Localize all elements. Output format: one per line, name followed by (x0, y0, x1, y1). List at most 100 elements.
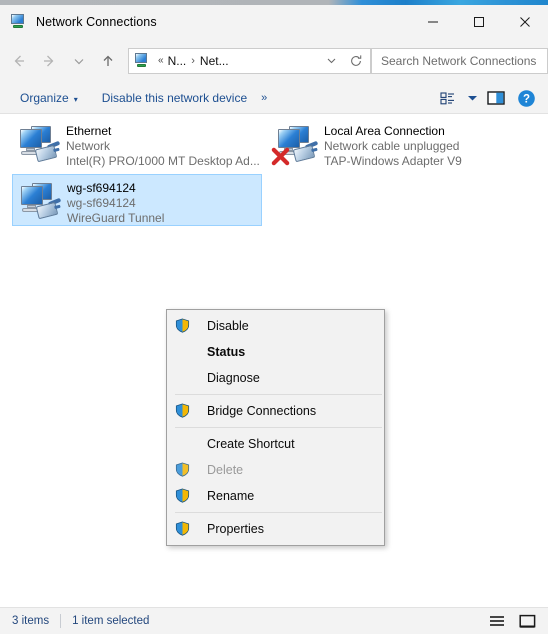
organize-button[interactable]: Organize ▾ (14, 86, 84, 110)
uac-shield-icon (175, 462, 191, 478)
menu-separator (175, 512, 382, 513)
view-options-button[interactable] (434, 86, 462, 110)
breadcrumb-overflow[interactable]: « (158, 55, 164, 66)
maximize-button[interactable] (456, 5, 502, 38)
menu-icon-placeholder (175, 344, 191, 360)
menu-separator (175, 427, 382, 428)
connection-name: Local Area Connection (324, 124, 445, 138)
uac-shield-icon (175, 318, 191, 334)
uac-shield-icon (175, 403, 191, 419)
connection-adapter: TAP-Windows Adapter V9 (324, 154, 462, 168)
refresh-button[interactable] (342, 49, 370, 73)
large-icons-view-button[interactable] (516, 611, 538, 631)
menu-item-label: Create Shortcut (207, 437, 295, 451)
item-count-label: 3 items (12, 615, 50, 627)
network-adapter-icon (272, 122, 319, 166)
recent-locations-button[interactable] (64, 46, 94, 76)
menu-item-label: Rename (207, 489, 255, 503)
maximize-icon (474, 16, 484, 27)
menu-item-delete: Delete (167, 457, 384, 483)
forward-arrow-icon (44, 55, 54, 66)
details-view-button[interactable] (486, 611, 508, 631)
details-view-icon (490, 616, 504, 626)
address-network-icon (134, 53, 150, 69)
window-title: Network Connections (36, 14, 157, 29)
connection-status: wg-sf694124 (67, 196, 136, 210)
forward-button[interactable] (34, 46, 64, 76)
up-arrow-icon (103, 55, 113, 66)
chevron-down-icon (327, 58, 335, 64)
connection-status: Network cable unplugged (324, 139, 460, 153)
menu-icon-placeholder (175, 436, 191, 452)
menu-item-label: Delete (207, 463, 244, 477)
chevron-down-icon (467, 96, 477, 101)
close-button[interactable] (502, 5, 548, 38)
uac-shield-icon (175, 488, 191, 504)
command-toolbar: Organize ▾ Disable this network device » (0, 83, 548, 114)
connection-status: Network (66, 139, 111, 153)
menu-item-disable[interactable]: Disable (167, 313, 384, 339)
view-options-dropdown[interactable] (464, 86, 480, 110)
up-button[interactable] (94, 46, 122, 76)
minimize-icon (428, 21, 438, 22)
breadcrumb[interactable]: « N... › Net... (155, 54, 320, 68)
refresh-icon (351, 54, 362, 66)
menu-item-create-shortcut[interactable]: Create Shortcut (167, 431, 384, 457)
network-connections-window: Network Connections « N... › Net... Sear… (0, 0, 548, 634)
connection-name: Ethernet (66, 124, 112, 138)
menu-item-label: Diagnose (207, 371, 260, 385)
chevron-down-icon: ▾ (73, 94, 78, 104)
list-item-text: Local Area Connection Network cable unpl… (324, 122, 462, 169)
menu-separator (175, 394, 382, 395)
menu-item-label: Status (207, 345, 246, 359)
address-dropdown-button[interactable] (320, 49, 342, 73)
toolbar-overflow-button[interactable]: » (253, 92, 275, 104)
breadcrumb-item-2[interactable]: Net... (200, 54, 229, 68)
connection-adapter: Intel(R) PRO/1000 MT Desktop Ad... (66, 154, 260, 168)
organize-label: Organize (20, 91, 69, 105)
context-menu[interactable]: Disable Status Diagnose Bridge Connectio… (166, 309, 385, 546)
svg-text:?: ? (522, 93, 529, 105)
help-icon: ? (517, 89, 535, 107)
network-adapter-icon (17, 179, 62, 223)
disable-network-device-button[interactable]: Disable this network device (96, 86, 253, 110)
menu-icon-placeholder (175, 370, 191, 386)
list-item[interactable]: Ethernet Network Intel(R) PRO/1000 MT De… (12, 118, 262, 170)
network-adapter-icon (16, 122, 61, 166)
large-icons-view-icon (518, 614, 535, 628)
close-icon (520, 16, 530, 27)
menu-item-label: Disable (207, 319, 249, 333)
menu-item-rename[interactable]: Rename (167, 483, 384, 509)
list-item[interactable]: Local Area Connection Network cable unpl… (270, 118, 542, 170)
list-item-text: wg-sf694124 wg-sf694124 WireGuard Tunnel (67, 179, 164, 226)
navigation-bar: « N... › Net... (0, 38, 548, 83)
status-bar: 3 items 1 item selected (0, 607, 548, 634)
menu-item-label: Bridge Connections (207, 404, 317, 418)
menu-item-label: Properties (207, 522, 264, 536)
preview-pane-icon (486, 91, 505, 105)
help-button[interactable]: ? (512, 86, 540, 110)
chevron-down-icon (74, 58, 84, 64)
connections-list[interactable]: Ethernet Network Intel(R) PRO/1000 MT De… (0, 114, 548, 607)
view-toggle-group (486, 611, 538, 631)
address-bar[interactable]: « N... › Net... (128, 47, 371, 74)
menu-item-status[interactable]: Status (167, 339, 384, 365)
breadcrumb-separator: › (191, 54, 195, 67)
preview-pane-button[interactable] (482, 86, 510, 110)
minimize-button[interactable] (410, 5, 456, 38)
status-divider (60, 614, 62, 628)
menu-item-diagnose[interactable]: Diagnose (167, 365, 384, 391)
toolbar-right-group: ? (434, 86, 540, 110)
menu-item-properties[interactable]: Properties (167, 516, 384, 542)
uac-shield-icon (175, 521, 191, 537)
list-item-text: Ethernet Network Intel(R) PRO/1000 MT De… (66, 122, 260, 169)
list-item[interactable]: wg-sf694124 wg-sf694124 WireGuard Tunnel (12, 174, 262, 226)
search-input[interactable] (381, 53, 547, 68)
selection-label: 1 item selected (72, 615, 150, 627)
breadcrumb-item-1[interactable]: N... (168, 54, 187, 68)
title-bar: Network Connections (0, 5, 548, 38)
search-box[interactable] (371, 47, 548, 74)
disable-network-device-label: Disable this network device (101, 91, 248, 105)
menu-item-bridge-connections[interactable]: Bridge Connections (167, 398, 384, 424)
back-button[interactable] (4, 46, 34, 76)
